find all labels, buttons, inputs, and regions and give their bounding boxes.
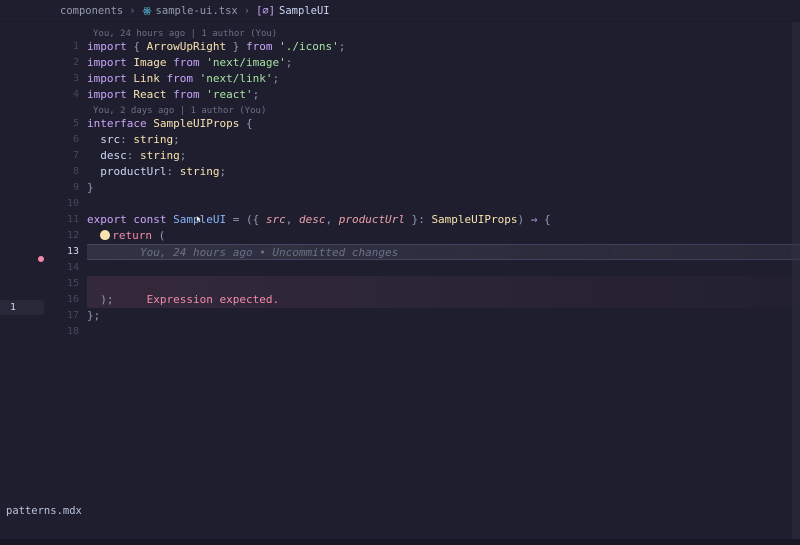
code-lens[interactable]: You, 24 hours ago | 1 author (You) — [87, 26, 800, 39]
line-number[interactable]: 16 — [55, 292, 87, 308]
code-content[interactable]: You, 24 hours ago | 1 author (You) impor… — [87, 22, 800, 545]
line-number[interactable]: 7 — [55, 148, 87, 164]
code-line[interactable] — [87, 276, 800, 292]
line-number[interactable]: 2 — [55, 55, 87, 71]
open-editor-tab[interactable]: patterns.mdx — [6, 505, 82, 517]
code-line[interactable]: src: string; — [87, 132, 800, 148]
code-line[interactable]: interface SampleUIProps { — [87, 116, 800, 132]
breadcrumb-symbol-label: SampleUI — [279, 5, 330, 17]
code-line[interactable] — [87, 260, 800, 276]
line-number[interactable]: 18 — [55, 324, 87, 340]
line-number[interactable]: 5 — [55, 116, 87, 132]
line-number[interactable]: 6 — [55, 132, 87, 148]
code-line[interactable] — [87, 196, 800, 212]
line-number[interactable]: 1 — [55, 39, 87, 55]
code-line[interactable]: import React from 'react'; — [87, 87, 800, 103]
line-number[interactable]: 8 — [55, 164, 87, 180]
code-line[interactable]: import Link from 'next/link'; — [87, 71, 800, 87]
line-number[interactable]: 9 — [55, 180, 87, 196]
breadcrumb-file-label: sample-ui.tsx — [156, 5, 238, 17]
inline-blame: You, 24 hours ago • Uncommitted changes — [140, 246, 398, 259]
line-number[interactable]: 12 — [55, 228, 87, 244]
editor[interactable]: 1 2 3 4 5 6 7 8 9 10 11 12 13 14 15 16 1… — [0, 22, 800, 545]
chevron-right-icon: › — [129, 5, 135, 17]
code-line[interactable]: desc: string; — [87, 148, 800, 164]
line-number[interactable]: 4 — [55, 87, 87, 103]
line-number[interactable]: 15 — [55, 276, 87, 292]
code-line[interactable]: import { ArrowUpRight } from './icons'; — [87, 39, 800, 55]
line-number[interactable]: 3 — [55, 71, 87, 87]
chevron-right-icon: › — [244, 5, 250, 17]
code-lens[interactable]: You, 2 days ago | 1 author (You) — [87, 103, 800, 116]
line-number[interactable]: 14 — [55, 260, 87, 276]
react-file-icon — [142, 6, 152, 16]
line-number[interactable]: 17 — [55, 308, 87, 324]
symbol-icon: [∅] — [256, 5, 275, 17]
code-line-error[interactable]: ); Expression expected. — [87, 292, 800, 308]
code-line[interactable]: import Image from 'next/image'; — [87, 55, 800, 71]
code-line[interactable]: return ( — [87, 228, 800, 244]
breadcrumb-folder[interactable]: components — [60, 5, 123, 17]
minimap[interactable] — [792, 22, 800, 545]
line-number[interactable]: 10 — [55, 196, 87, 212]
line-number[interactable]: 13 — [55, 244, 87, 260]
inline-error-message: Expression expected. — [147, 293, 279, 306]
code-line[interactable]: export const SampleUI = ({ src, desc, pr… — [87, 212, 800, 228]
line-number[interactable]: 11 — [55, 212, 87, 228]
breadcrumb: components › sample-ui.tsx › [∅] SampleU… — [0, 0, 800, 22]
breadcrumb-file[interactable]: sample-ui.tsx — [142, 5, 238, 17]
glyph-margin — [0, 22, 55, 545]
line-number-gutter: 1 2 3 4 5 6 7 8 9 10 11 12 13 14 15 16 1… — [55, 22, 87, 545]
code-line-active[interactable]: You, 24 hours ago • Uncommitted changes — [87, 244, 800, 260]
breadcrumb-symbol[interactable]: [∅] SampleUI — [256, 5, 330, 17]
problems-badge[interactable]: 1 — [0, 300, 44, 315]
code-line[interactable] — [87, 324, 800, 340]
code-line[interactable]: productUrl: string; — [87, 164, 800, 180]
error-glyph-icon[interactable] — [38, 256, 44, 262]
lightbulb-icon[interactable] — [100, 230, 110, 240]
code-line[interactable]: } — [87, 180, 800, 196]
status-bar — [0, 539, 800, 545]
code-line[interactable]: }; — [87, 308, 800, 324]
